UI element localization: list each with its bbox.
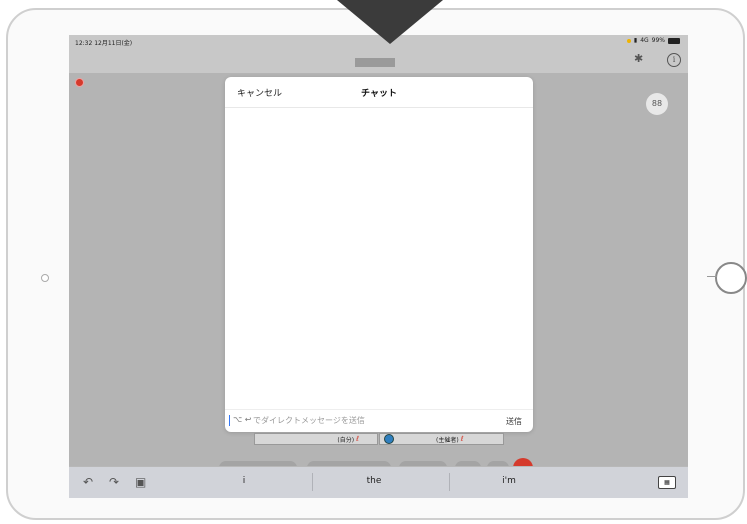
host-avatar-icon xyxy=(384,434,394,444)
mic-muted-icon: ℓ xyxy=(460,435,464,443)
suggestion-2[interactable]: the xyxy=(334,476,414,486)
host-label: (主催者) xyxy=(436,436,459,444)
chat-title: チャット xyxy=(361,89,397,99)
meeting-topbar: ✱ i xyxy=(69,49,688,73)
suggestion-divider xyxy=(312,473,313,491)
suggestion-1[interactable]: i xyxy=(204,476,284,486)
host-name-tag: (主催者) ℓ xyxy=(379,433,504,445)
message-input[interactable] xyxy=(253,412,483,428)
mic-muted-icon: ℓ xyxy=(356,435,359,443)
direct-message-icon: ⌥ ↩ xyxy=(233,415,252,424)
undo-icon[interactable]: ↶ xyxy=(83,475,93,489)
suggestion-divider xyxy=(449,473,450,491)
app-screen: 12:32 12月11日(金) ▮ 4G 99% ✱ i 88 キャンセル チャ… xyxy=(69,35,688,498)
home-button[interactable] xyxy=(707,262,747,294)
status-time: 12:32 12月11日(金) xyxy=(75,40,133,47)
gallery-view-button[interactable]: 88 xyxy=(646,93,668,115)
self-label: (自分) xyxy=(337,436,355,444)
send-button[interactable]: 送信 xyxy=(506,416,522,427)
chat-input-bar: ⌥ ↩ 送信 xyxy=(225,409,533,432)
suggestion-3[interactable]: i'm xyxy=(469,476,549,486)
info-icon[interactable]: i xyxy=(667,53,681,67)
keyboard-shortcut-bar: ↶ ↷ ▣ i the i'm ▦ xyxy=(69,466,688,498)
front-camera xyxy=(41,274,49,282)
chat-message-list[interactable] xyxy=(225,108,533,408)
status-indicators: ▮ 4G 99% xyxy=(626,37,680,44)
chat-sheet: キャンセル チャット ⌥ ↩ 送信 xyxy=(225,77,533,432)
bluetooth-icon[interactable]: ✱ xyxy=(634,52,643,65)
location-icon xyxy=(626,38,631,43)
participant-name-strip: (自分) ℓ (主催者) ℓ xyxy=(254,433,504,446)
battery-percent: 99% xyxy=(651,37,665,44)
keyboard-dismiss-icon[interactable]: ▦ xyxy=(658,476,676,489)
network-type: 4G xyxy=(640,37,649,44)
redo-icon[interactable]: ↷ xyxy=(109,475,119,489)
signal-icon: ▮ xyxy=(633,37,638,44)
battery-icon xyxy=(668,37,680,44)
paste-icon[interactable]: ▣ xyxy=(135,475,146,489)
recording-indicator-icon xyxy=(75,78,84,87)
chat-header: キャンセル チャット xyxy=(225,77,533,108)
self-name-tag: (自分) ℓ xyxy=(254,433,378,445)
callout-pointer-icon xyxy=(337,0,443,44)
text-caret xyxy=(229,415,230,426)
meeting-id-redacted xyxy=(355,58,395,67)
